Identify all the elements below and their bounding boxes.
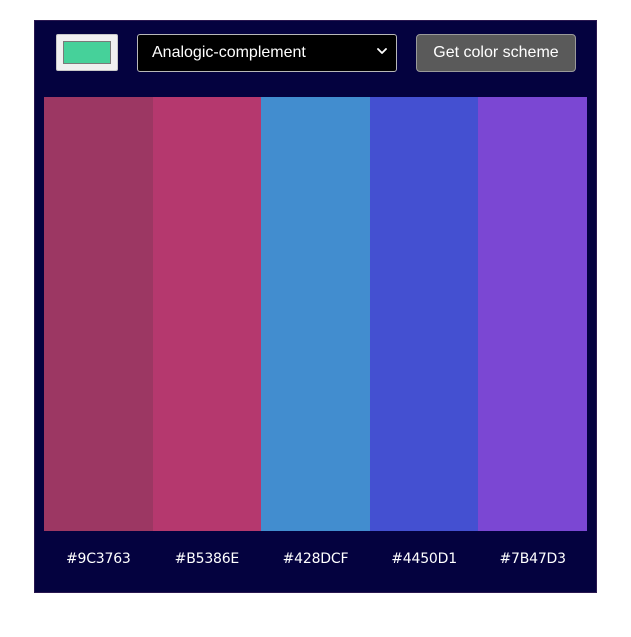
hex-code-label[interactable]: #7B47D3 bbox=[478, 531, 587, 594]
scheme-mode-select[interactable]: Analogic-complement bbox=[137, 34, 397, 72]
seed-color-swatch bbox=[63, 41, 111, 64]
hex-code-label[interactable]: #9C3763 bbox=[44, 531, 153, 594]
hex-code-label[interactable]: #4450D1 bbox=[370, 531, 479, 594]
color-stripe[interactable] bbox=[369, 97, 479, 531]
color-palette bbox=[44, 97, 587, 531]
color-stripe[interactable] bbox=[152, 97, 262, 531]
color-stripe[interactable] bbox=[44, 97, 153, 531]
toolbar: Analogic-complement Get color scheme bbox=[35, 21, 596, 97]
color-scheme-app: Analogic-complement Get color scheme #9C… bbox=[34, 20, 597, 593]
seed-color-picker[interactable] bbox=[56, 34, 118, 71]
hex-code-label[interactable]: #B5386E bbox=[153, 531, 262, 594]
color-stripe[interactable] bbox=[478, 97, 587, 531]
color-stripe[interactable] bbox=[261, 97, 370, 531]
scheme-mode-value: Analogic-complement bbox=[152, 44, 306, 61]
hex-code-label[interactable]: #428DCF bbox=[261, 531, 370, 594]
chevron-down-icon bbox=[377, 48, 387, 54]
hex-code-row: #9C3763 #B5386E #428DCF #4450D1 #7B47D3 bbox=[44, 531, 587, 594]
get-color-scheme-button[interactable]: Get color scheme bbox=[416, 34, 576, 72]
